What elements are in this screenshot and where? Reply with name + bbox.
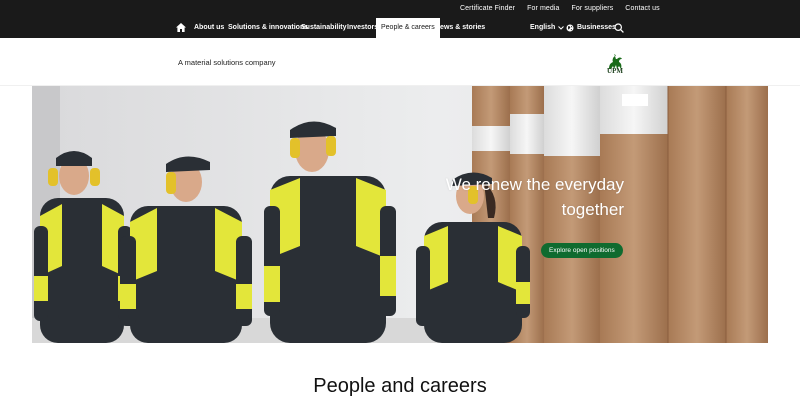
nav-people-careers[interactable]: People & careers bbox=[376, 18, 440, 38]
businesses-link[interactable]: Businesses bbox=[566, 18, 616, 38]
utility-link-contact[interactable]: Contact us bbox=[625, 5, 659, 12]
main-nav: About us Solutions & innovations Sustain… bbox=[0, 18, 800, 38]
section-title: People and careers bbox=[313, 375, 487, 397]
businesses-label: Businesses bbox=[577, 24, 616, 31]
language-selector[interactable]: English bbox=[530, 18, 565, 38]
utility-link-certificate-finder[interactable]: Certificate Finder bbox=[460, 5, 515, 12]
hero-headline-line2: together bbox=[561, 200, 624, 219]
brand-header: A material solutions company UPM bbox=[0, 38, 800, 86]
nav-news-stories[interactable]: News & stories bbox=[435, 18, 485, 38]
hero-headline: We renew the everyday together bbox=[446, 172, 624, 222]
chevron-down-icon bbox=[558, 26, 565, 30]
nav-about-us[interactable]: About us bbox=[194, 18, 224, 38]
top-bar: Certificate Finder For media For supplie… bbox=[0, 0, 800, 38]
utility-link-media[interactable]: For media bbox=[527, 5, 559, 12]
nav-investors[interactable]: Investors bbox=[347, 18, 378, 38]
nav-sustainability[interactable]: Sustainability bbox=[301, 18, 347, 38]
home-icon[interactable] bbox=[176, 23, 186, 32]
company-tagline: A material solutions company bbox=[178, 58, 276, 67]
search-icon[interactable] bbox=[614, 23, 624, 33]
logo-text: UPM bbox=[607, 67, 623, 75]
hero-photo bbox=[32, 86, 768, 343]
utility-nav: Certificate Finder For media For supplie… bbox=[460, 5, 660, 12]
hero-banner: We renew the everyday together bbox=[32, 86, 768, 343]
globe-icon bbox=[566, 24, 574, 32]
explore-open-positions-button[interactable]: Explore open positions bbox=[541, 243, 623, 258]
language-label: English bbox=[530, 24, 556, 31]
hero-headline-line1: We renew the everyday bbox=[445, 175, 624, 194]
utility-link-suppliers[interactable]: For suppliers bbox=[572, 5, 614, 12]
nav-solutions-innovations[interactable]: Solutions & innovations bbox=[228, 18, 308, 38]
